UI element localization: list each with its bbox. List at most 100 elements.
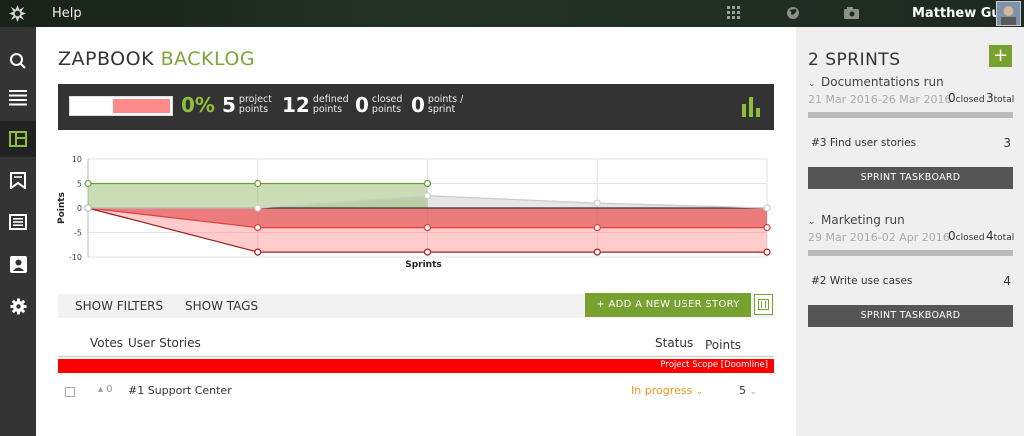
chart-x-label: Sprints — [405, 260, 442, 270]
doomline-label: Project Scope [Doomline] — [660, 360, 768, 370]
row-checkbox[interactable] — [65, 387, 75, 397]
chart-point — [254, 223, 262, 232]
sprint-name[interactable]: ⌄ Documentations run — [808, 75, 944, 89]
chart-point — [763, 248, 771, 256]
row-status[interactable]: In progress ⌄ — [631, 384, 703, 397]
chart-tick-label: 10 — [72, 155, 82, 164]
col-votes: Votes — [90, 336, 123, 350]
chart-point — [84, 179, 92, 188]
stat-label: points / sprint — [427, 94, 464, 115]
bulk-add-button[interactable] — [754, 294, 773, 315]
stat-closed-points: 0 closed points — [355, 93, 402, 117]
nav-kanban[interactable] — [0, 121, 36, 157]
progress-percent: 0% — [181, 93, 215, 117]
avatar[interactable] — [996, 1, 1021, 26]
chart-point — [423, 179, 432, 188]
section-name: BACKLOG — [160, 48, 256, 70]
col-user-stories: User Stories — [128, 336, 201, 350]
chart-point — [423, 223, 432, 232]
chart-point — [593, 223, 601, 232]
globe-icon[interactable] — [786, 6, 800, 20]
chart-point — [254, 179, 262, 188]
settings-icon — [10, 298, 26, 314]
page-title: ZAPBOOK BACKLOG — [58, 48, 255, 70]
stat-value: 5 — [222, 93, 236, 117]
wiki-icon — [10, 171, 26, 189]
sprint-name[interactable]: ⌄ Marketing run — [808, 213, 905, 227]
help-link[interactable]: Help — [52, 6, 82, 21]
nav-settings[interactable] — [0, 288, 36, 324]
chart-point — [254, 248, 262, 256]
sprint-taskboard-button[interactable]: SPRINT TASKBOARD — [808, 167, 1013, 189]
chart-point — [593, 199, 601, 207]
add-user-story-button[interactable]: + ADD A NEW USER STORY — [585, 293, 751, 317]
stat-value: 0 — [411, 93, 425, 117]
sprint-user-story[interactable]: #3 Find user stories — [811, 137, 916, 149]
sprint-user-story-points: 3 — [1003, 136, 1011, 150]
chart-point — [763, 204, 771, 212]
camera-icon[interactable] — [844, 7, 859, 19]
chart-point — [423, 192, 432, 200]
chevron-down-icon: ⌄ — [695, 387, 704, 397]
show-tags-button[interactable]: SHOW TAGS — [185, 299, 258, 313]
sprint-user-story[interactable]: #2 Write use cases — [811, 275, 912, 287]
table-row[interactable]: ▴ 0 #1 Support Center In progress ⌄ 5 ⌄ — [58, 378, 774, 404]
sprint-progress — [808, 250, 1013, 256]
progress-bar — [69, 96, 173, 116]
filter-bar: SHOW FILTERS SHOW TAGS + ADD A NEW USER … — [58, 293, 774, 318]
show-filters-button[interactable]: SHOW FILTERS — [75, 299, 163, 313]
stat-label: project points — [238, 94, 272, 115]
sprint-total: 3total — [986, 91, 1015, 105]
add-sprint-button[interactable]: + — [989, 45, 1012, 67]
sprint-dates: 29 Mar 2016-02 Apr 2016 — [808, 231, 950, 244]
chart-point — [254, 204, 262, 212]
project-name: ZAPBOOK — [58, 48, 155, 70]
avatar-image — [997, 2, 1020, 25]
chevron-down-icon: ⌄ — [808, 79, 816, 89]
row-story-link[interactable]: #1 Support Center — [128, 384, 232, 397]
stat-label: closed points — [371, 94, 403, 115]
sprint-taskboard-button[interactable]: SPRINT TASKBOARD — [808, 305, 1013, 327]
chart-point — [593, 248, 601, 256]
chevron-down-icon: ⌄ — [705, 338, 714, 349]
nav-backlog[interactable] — [0, 80, 36, 116]
row-points[interactable]: 5 ⌄ — [739, 384, 757, 397]
backlog-list-icon — [9, 90, 27, 106]
left-nav — [0, 27, 36, 436]
chevron-down-icon: ⌄ — [808, 217, 816, 227]
chart-point — [763, 223, 771, 232]
top-bar: Help Matthew Guay — [0, 0, 1024, 27]
chart-tick-label: 5 — [77, 180, 82, 189]
chart-y-label: Points — [57, 192, 67, 224]
sprint-closed: 0closed — [948, 229, 985, 243]
stat-value: 12 — [282, 93, 310, 117]
col-status: Status — [655, 336, 694, 350]
taiga-logo-icon[interactable] — [8, 4, 27, 23]
chart-point — [84, 204, 92, 212]
stat-defined-points: 12 defined points — [282, 93, 349, 117]
stat-label: defined points — [312, 94, 349, 115]
stat-project-points: 5 project points — [222, 93, 272, 117]
sprint-dates: 21 Mar 2016-26 Mar 2016 — [808, 93, 952, 106]
nav-wiki[interactable] — [0, 162, 36, 198]
issues-icon — [9, 214, 27, 230]
stat-value: 0 — [355, 93, 369, 117]
kanban-icon — [9, 131, 27, 147]
sprint-card: ⌄ Documentations run 21 Mar 2016-26 Mar 2… — [808, 75, 1015, 190]
apps-grid-icon[interactable] — [727, 6, 740, 19]
backlog-table-header: Votes User Stories Status Points ⌄ — [58, 334, 774, 357]
nav-team[interactable] — [0, 246, 36, 282]
sprint-user-story-points: 4 — [1003, 274, 1011, 288]
sprints-title: 2 SPRINTS — [808, 50, 901, 70]
sprint-progress — [808, 112, 1013, 118]
stat-points-sprint: 0 points / sprint — [411, 93, 463, 117]
progress-fill — [112, 99, 170, 113]
row-votes[interactable]: ▴ 0 — [98, 384, 113, 395]
nav-issues[interactable] — [0, 204, 36, 240]
burndown-chart: 10 5 0 -5 -10 Sprints Points — [57, 155, 771, 270]
chart-tick-label: -10 — [69, 253, 82, 262]
chevron-down-icon: ⌄ — [749, 387, 758, 397]
bar-chart-icon[interactable] — [741, 97, 761, 117]
nav-search[interactable] — [0, 43, 36, 79]
search-icon — [10, 53, 26, 69]
